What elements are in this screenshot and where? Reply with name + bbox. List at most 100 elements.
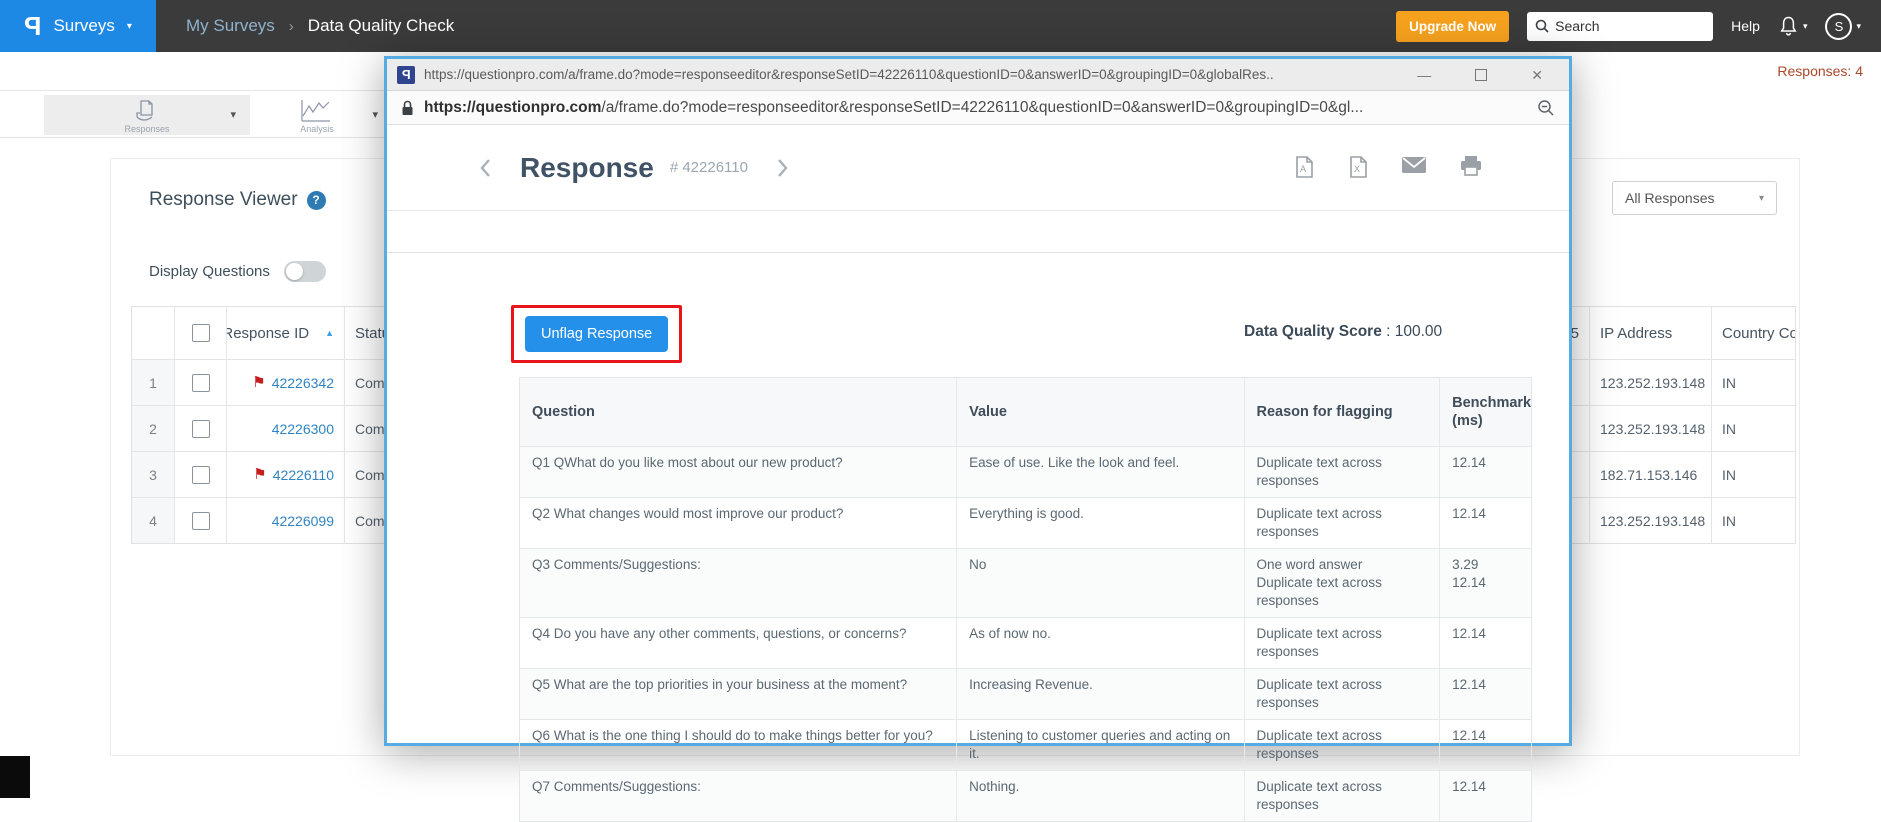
data-quality-table-header: Question Value Reason for flagging Bench… [520,378,1531,446]
country-cell: IN [1711,498,1795,543]
responses-tool-label: Responses [124,124,170,134]
product-name: Surveys [53,16,115,35]
response-tabs [387,211,1569,253]
question-cell: Q4 Do you have any other comments, quest… [532,626,907,641]
country-cell: IN [1711,406,1795,451]
window-controls: — ✕ [1409,68,1559,82]
reason-cell: One word answer Duplicate text across res… [1243,549,1440,617]
value-cell: Ease of use. Like the look and feel. [956,447,1243,497]
reason-cell: Duplicate text across responses [1243,618,1440,668]
help-link[interactable]: Help [1731,18,1760,34]
table-row: Q2 What changes would most improve our p… [520,497,1531,548]
analysis-tool-button[interactable]: Analysis ▾ [282,95,384,135]
score-value: : 100.00 [1386,323,1443,340]
select-all-checkbox[interactable] [191,324,210,342]
sort-ascending-icon[interactable]: ▲ [325,328,334,338]
zoom-out-icon[interactable] [1537,99,1555,117]
response-id-cell: ⚑ 42226099 [226,498,344,543]
value-cell: No [956,549,1243,617]
row-checkbox[interactable] [191,373,210,392]
value-cell: Increasing Revenue. [956,669,1243,719]
print-icon[interactable] [1459,155,1483,177]
question-header: Question [532,404,595,420]
response-filter-dropdown[interactable]: All Responses ▾ [1612,181,1777,215]
table-row: Q6 What is the one thing I should do to … [520,719,1531,770]
search-icon [1535,19,1549,33]
table-row: Q7 Comments/Suggestions: Nothing. Duplic… [520,770,1531,821]
reason-cell: Duplicate text across responses [1243,669,1440,719]
highlight-rectangle: Unflag Response [511,305,683,363]
response-id-header[interactable]: Response ID ▲ [226,307,344,359]
toggle-knob [285,263,303,280]
response-id-link[interactable]: 42226110 [273,467,334,483]
benchmark-cell: 12.14 [1439,669,1531,719]
row-number: 4 [132,498,174,543]
question-cell: Q3 Comments/Suggestions: [532,557,701,572]
questionpro-favicon-icon: P [397,65,415,84]
display-questions-toggle[interactable] [283,261,326,282]
email-icon[interactable] [1401,155,1427,175]
question-cell: Q1 QWhat do you like most about our new … [532,455,843,470]
response-header: Response # 42226110 A X [387,125,1569,211]
row-checkbox[interactable] [191,419,210,438]
benchmark-cell: 3.29 12.14 [1439,549,1531,617]
minimize-icon[interactable]: — [1417,68,1431,82]
ip-address-cell: 182.71.153.146 [1589,452,1711,497]
maximize-icon[interactable] [1475,68,1488,81]
window-titlebar[interactable]: P https://questionpro.com/a/frame.do?mod… [387,59,1569,91]
benchmark-header: Benchmark (ms) [1439,378,1531,446]
data-quality-score: Data Quality Score : 100.00 [1244,323,1442,341]
benchmark-cell: 12.14 [1439,498,1531,548]
export-pdf-icon[interactable]: A [1293,155,1315,179]
analysis-chart-icon [301,100,330,122]
account-menu[interactable]: S ▾ [1825,12,1861,40]
value-cell: As of now no. [956,618,1243,668]
country-header: Country Co [1711,307,1795,359]
row-checkbox[interactable] [191,511,210,530]
address-bar[interactable]: https://questionpro.com/a/frame.do?mode=… [387,91,1569,125]
flag-icon: ⚑ [252,374,266,391]
previous-response-button[interactable] [479,157,492,179]
value-cell: Nothing. [956,771,1243,821]
close-icon[interactable]: ✕ [1531,68,1543,82]
search-input[interactable] [1555,18,1686,34]
benchmark-cell: 12.14 [1439,771,1531,821]
export-excel-icon[interactable]: X [1347,155,1369,179]
row-checkbox-cell [174,360,226,405]
response-id-link[interactable]: 42226300 [272,421,334,437]
response-filter-value: All Responses [1625,190,1715,206]
help-circle-icon[interactable]: ? [306,190,326,210]
ip-address-cell: 123.252.193.148 [1589,360,1711,405]
responses-count: Responses: 4 [1777,63,1863,79]
chevron-down-icon[interactable]: ▾ [230,108,236,121]
questionpro-logo-icon: P [24,10,42,41]
score-label: Data Quality Score [1244,323,1382,340]
row-checkbox-cell [174,498,226,543]
response-id-link[interactable]: 42226099 [272,513,334,529]
breadcrumb-separator-icon: › [288,17,294,35]
response-id-link[interactable]: 42226342 [272,375,334,391]
table-row: Q4 Do you have any other comments, quest… [520,617,1531,668]
reason-cell: Duplicate text across responses [1243,447,1440,497]
data-quality-table: Question Value Reason for flagging Bench… [519,377,1532,822]
product-switcher[interactable]: P Surveys ▾ [0,0,156,52]
upgrade-now-button[interactable]: Upgrade Now [1396,10,1510,42]
breadcrumb: My Surveys › Data Quality Check [186,16,454,36]
response-title: Response [520,151,654,183]
notifications-menu[interactable]: ▾ [1778,15,1807,37]
unflag-response-button[interactable]: Unflag Response [525,316,669,352]
chevron-down-icon[interactable]: ▾ [372,108,378,121]
question-cell: Q5 What are the top priorities in your b… [532,677,908,692]
analytics-toolbar: Responses ▾ Analysis ▾ [0,90,384,138]
question-cell: Q6 What is the one thing I should do to … [532,728,933,743]
lock-icon [402,100,413,115]
next-response-button[interactable] [776,157,789,179]
responses-tool-button[interactable]: Responses ▾ [44,95,250,135]
address-url[interactable]: https://questionpro.com/a/frame.do?mode=… [424,99,1527,117]
question-cell: Q2 What changes would most improve our p… [532,506,844,521]
global-search[interactable] [1527,11,1714,41]
row-number: 1 [132,360,174,405]
select-all-cell [174,307,226,359]
breadcrumb-my-surveys[interactable]: My Surveys [186,16,275,36]
row-checkbox[interactable] [191,465,210,484]
